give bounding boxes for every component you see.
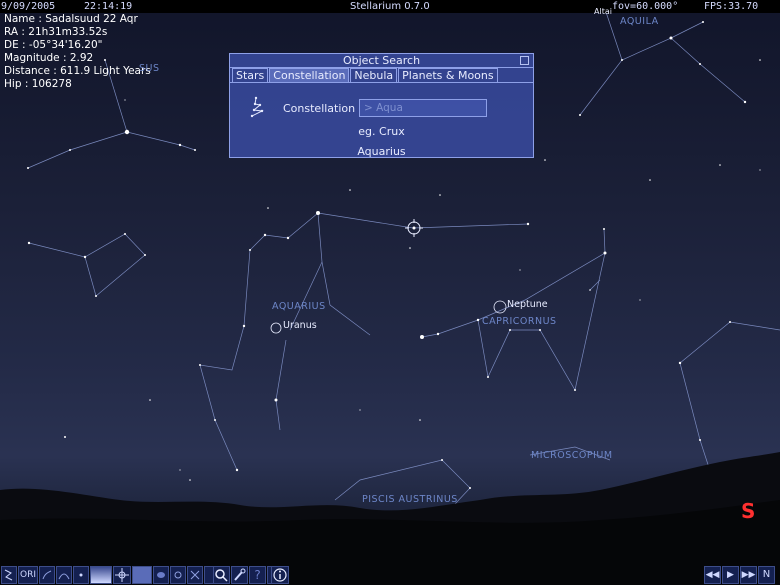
- cardinal-points-icon[interactable]: [113, 566, 131, 584]
- object-distance: Distance : 611.9 Light Years: [4, 65, 151, 77]
- planet-label-neptune[interactable]: Neptune: [507, 299, 548, 310]
- close-icon[interactable]: [520, 56, 529, 65]
- constellation-field-label: Constellation: [283, 102, 356, 115]
- cardinal-south: S: [741, 499, 756, 523]
- search-icon[interactable]: [213, 566, 230, 584]
- tab-planets-moons[interactable]: Planets & Moons: [398, 68, 498, 83]
- constellation-label-aquarius: AQUARIUS: [272, 301, 326, 312]
- equatorial-grid-icon[interactable]: [73, 566, 89, 584]
- tab-constellation[interactable]: Constellation: [269, 68, 350, 83]
- real-time-button[interactable]: N: [758, 566, 775, 584]
- constellation-lines-icon[interactable]: [1, 566, 17, 584]
- constellation-label-capricornus: CAPRICORNUS: [482, 316, 557, 327]
- fov-text: fov=60.000°: [612, 1, 679, 12]
- stellarium-window[interactable]: 9/09/2005 22:14:19 Stellarium 0.7.0 fov=…: [0, 0, 780, 585]
- ori-button[interactable]: ORI: [18, 566, 38, 584]
- object-info-panel: Name : Sadalsuud 22 Aqr RA : 21h31m33.52…: [4, 13, 151, 91]
- planet-label-uranus[interactable]: Uranus: [283, 320, 317, 331]
- object-ra: RA : 21h31m33.52s: [4, 26, 108, 38]
- date-text: 9/09/2005: [1, 1, 56, 12]
- constellation-label-pegasus: SUS: [139, 63, 160, 74]
- neptune-marker[interactable]: [493, 300, 507, 314]
- nebulae-icon[interactable]: [153, 566, 169, 584]
- config-icon[interactable]: [231, 566, 248, 584]
- dialog-title: Object Search: [342, 54, 421, 67]
- constellation-search-input[interactable]: > Aqua: [359, 99, 487, 117]
- equatorial-mount-icon[interactable]: [187, 566, 203, 584]
- top-status-bar: 9/09/2005 22:14:19 Stellarium 0.7.0 fov=…: [0, 0, 780, 13]
- time-text: 22:14:19: [84, 1, 133, 12]
- constellation-icon: [250, 96, 268, 123]
- bottom-toolbar: ORI ? ◀◀ ▶ ▶▶ N: [0, 566, 780, 585]
- uranus-marker[interactable]: [270, 322, 282, 334]
- tabs-divider: [230, 82, 533, 83]
- search-result-item[interactable]: Aquarius: [230, 145, 533, 158]
- object-name: Name : Sadalsuud 22 Aqr: [4, 13, 138, 25]
- fast-forward-icon[interactable]: ▶▶: [740, 566, 757, 584]
- object-search-dialog[interactable]: Object Search Stars Constellation Nebula…: [229, 53, 534, 158]
- atmosphere-icon[interactable]: [132, 566, 152, 584]
- tab-stars[interactable]: Stars: [232, 68, 269, 83]
- help-icon[interactable]: ?: [249, 566, 266, 584]
- dialog-title-bar[interactable]: Object Search: [230, 54, 533, 68]
- search-tabs: Stars Constellation Nebula Planets & Moo…: [232, 68, 499, 83]
- selected-object-pointer[interactable]: [405, 219, 423, 237]
- rewind-icon[interactable]: ◀◀: [704, 566, 721, 584]
- play-icon[interactable]: ▶: [722, 566, 739, 584]
- info-icon[interactable]: [271, 566, 289, 584]
- constellation-art-icon[interactable]: [39, 566, 55, 584]
- app-title: Stellarium 0.7.0: [350, 1, 430, 12]
- constellation-label-microscopium: MICROSCOPIUM: [531, 450, 613, 461]
- azimuth-grid-icon[interactable]: [56, 566, 72, 584]
- object-magnitude: Magnitude : 2.92: [4, 52, 94, 64]
- constellation-label-aquila: AQUILA: [620, 16, 659, 27]
- constellation-label-piscis-austrinus: PISCIS AUSTRINUS: [362, 494, 458, 505]
- fps-text: FPS:33.70: [704, 1, 759, 12]
- object-de: DE : -05°34'16.20": [4, 39, 103, 51]
- planets-icon[interactable]: [170, 566, 186, 584]
- object-hip: Hip : 106278: [4, 78, 72, 90]
- star-label-altair: Altai: [594, 7, 612, 16]
- search-hint: eg. Crux: [358, 125, 405, 138]
- tab-nebula[interactable]: Nebula: [350, 68, 398, 83]
- ground-icon[interactable]: [90, 566, 112, 584]
